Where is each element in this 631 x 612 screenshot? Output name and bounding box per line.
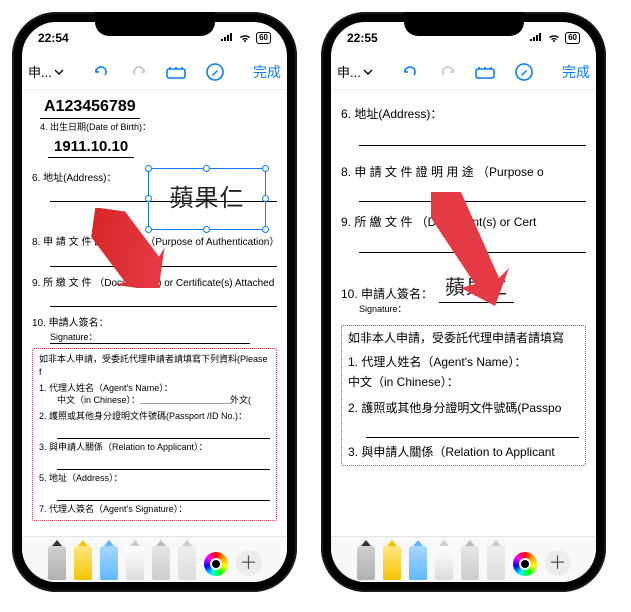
status-right: 60 [529, 32, 580, 44]
wifi-icon [547, 33, 561, 43]
pencil-tool[interactable] [409, 546, 427, 580]
text-box-button[interactable] [475, 61, 497, 83]
id-field: A123456789 [40, 96, 140, 119]
chevron-down-icon [363, 67, 373, 77]
agent-info-box: 如非本人申請，受委託代理申請者請填寫 1. 代理人姓名（Agent's Name… [341, 325, 586, 466]
add-shape-button[interactable]: ＋ [236, 550, 262, 576]
row-address: 6. 地址(Address)： [341, 106, 586, 122]
battery-icon: 60 [565, 32, 580, 44]
markup-palette: ＋ [22, 536, 287, 582]
box-head: 如非本人申請，受委託代理申請者請填寫下列資料(Please f [39, 353, 270, 377]
phone-frame-right: 22:55 60 申... [321, 12, 606, 592]
box5: 5. 地址（Address）： [39, 472, 270, 484]
agent-info-box: 如非本人申請，受委託代理申請者請填寫下列資料(Please f 1. 代理人姓名… [32, 348, 277, 520]
lasso-tool[interactable] [461, 546, 479, 580]
undo-button[interactable] [399, 61, 421, 83]
highlighter-tool[interactable] [383, 546, 401, 580]
redo-button[interactable] [437, 61, 459, 83]
box2: 2. 護照或其他身分證明文件號碼(Passport /ID No.)： [39, 410, 270, 422]
box5-line [57, 487, 270, 501]
box-head: 如非本人申請，受委託代理申請者請填寫 [348, 330, 579, 346]
row-purpose: 8. 申 請 文 件 證 明 用 途 （Purpose o [341, 164, 586, 180]
box3-line [57, 456, 270, 470]
chevron-down-icon [54, 67, 64, 77]
row-dob-label: 4. 出生日期(Date of Birth)： [40, 121, 277, 133]
ruler-tool[interactable] [487, 546, 505, 580]
eraser-tool[interactable] [435, 546, 453, 580]
add-shape-button[interactable]: ＋ [545, 550, 571, 576]
text-box-button[interactable] [166, 61, 188, 83]
undo-button[interactable] [90, 61, 112, 83]
box7: 7. 代理人簽名（Agent's Signature）： [39, 503, 270, 515]
instruction-arrow [86, 208, 166, 288]
markup-palette: ＋ [331, 536, 596, 582]
done-button[interactable]: 完成 [253, 62, 281, 82]
back-title[interactable]: 申... [337, 62, 373, 81]
box3: 3. 與申請人關係（Relation to Applicant）： [39, 441, 270, 453]
wifi-icon [238, 33, 252, 43]
box1: 1. 代理人姓名（Agent's Name）： [39, 382, 270, 394]
pen-tool[interactable] [357, 546, 375, 580]
document-area[interactable]: 6. 地址(Address)： 8. 申 請 文 件 證 明 用 途 （Purp… [331, 90, 596, 536]
phone-frame-left: 22:54 60 申... [12, 12, 297, 592]
box1a: 中文（in Chinese）：＿＿＿＿＿＿＿＿＿＿外文( [57, 394, 270, 406]
resize-handle[interactable] [203, 165, 210, 172]
resize-handle[interactable] [145, 165, 152, 172]
markup-pen-button[interactable] [513, 61, 535, 83]
color-picker[interactable] [204, 552, 228, 576]
box2-line [366, 424, 579, 438]
row-signature: 10. 申請人簽名： [341, 286, 433, 302]
signal-icon [529, 33, 543, 43]
status-time: 22:55 [347, 31, 378, 45]
notch [95, 12, 215, 36]
address-line [359, 132, 586, 146]
signature-handwriting: 蘋果仁 [149, 169, 265, 229]
resize-handle[interactable] [262, 165, 269, 172]
box2: 2. 護照或其他身分證明文件號碼(Passpo [348, 400, 579, 416]
pencil-tool[interactable] [100, 546, 118, 580]
status-right: 60 [220, 32, 271, 44]
back-title[interactable]: 申... [28, 62, 64, 81]
screenshot-pair: 22:54 60 申... [12, 12, 619, 592]
pen-tool[interactable] [48, 546, 66, 580]
markup-toolbar: 申... 完成 [22, 54, 287, 90]
box3: 3. 與申請人關係（Relation to Applicant [348, 444, 579, 460]
row-signature-en: Signature： [50, 331, 250, 344]
row-signature: 10. 申請人簽名： [32, 317, 277, 331]
instruction-arrow [421, 188, 511, 308]
markup-toolbar: 申... 完成 [331, 54, 596, 90]
screen-right: 22:55 60 申... [331, 22, 596, 582]
redo-button[interactable] [128, 61, 150, 83]
box1a: 中文（in Chinese）： [348, 374, 579, 390]
signal-icon [220, 33, 234, 43]
lasso-tool[interactable] [152, 546, 170, 580]
box1: 1. 代理人姓名（Agent's Name）： [348, 354, 579, 370]
document-area[interactable]: A123456789 4. 出生日期(Date of Birth)： 1911.… [22, 90, 287, 536]
resize-handle[interactable] [262, 195, 269, 202]
dob-field: 1911.10.10 [48, 137, 134, 158]
status-time: 22:54 [38, 31, 69, 45]
done-button[interactable]: 完成 [562, 62, 590, 82]
notch [404, 12, 524, 36]
resize-handle[interactable] [262, 226, 269, 233]
resize-handle[interactable] [203, 226, 210, 233]
resize-handle[interactable] [145, 195, 152, 202]
color-picker[interactable] [513, 552, 537, 576]
highlighter-tool[interactable] [74, 546, 92, 580]
docs-line [50, 293, 277, 307]
screen-left: 22:54 60 申... [22, 22, 287, 582]
eraser-tool[interactable] [126, 546, 144, 580]
battery-icon: 60 [256, 32, 271, 44]
ruler-tool[interactable] [178, 546, 196, 580]
markup-pen-button[interactable] [204, 61, 226, 83]
box2-line [57, 425, 270, 439]
